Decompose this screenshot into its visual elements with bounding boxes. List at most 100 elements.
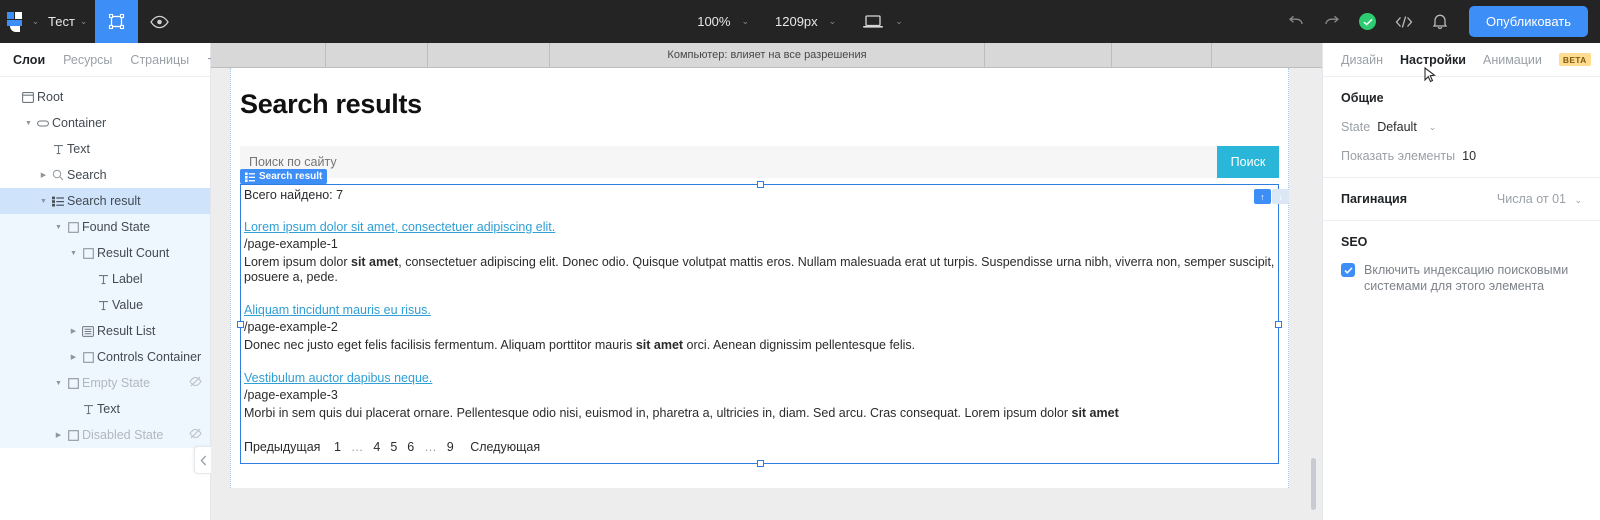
- pagination-chevron-down-icon: ⌄: [1574, 195, 1582, 205]
- breakpoint-segment[interactable]: [1212, 43, 1322, 68]
- move-up-button[interactable]: ↑: [1254, 189, 1271, 204]
- layer-node-search[interactable]: Search: [0, 162, 210, 188]
- pagination-page-5[interactable]: 5: [390, 440, 397, 454]
- hidden-eye-icon[interactable]: [189, 376, 202, 390]
- canvas-area: Компьютер: влияет на все разрешения Sear…: [211, 43, 1322, 520]
- layer-node-disabled-state[interactable]: Disabled State: [0, 422, 210, 448]
- layer-node-text[interactable]: Text: [0, 136, 210, 162]
- breakpoint-segment[interactable]: [1112, 43, 1213, 68]
- resize-handle-bottom[interactable]: [756, 460, 764, 467]
- breakpoint-segment[interactable]: [211, 43, 326, 68]
- undo-button[interactable]: [1279, 5, 1313, 39]
- hidden-eye-icon[interactable]: [189, 428, 202, 442]
- resize-handle-right[interactable]: [1275, 321, 1282, 328]
- expand-toggle-icon[interactable]: [23, 120, 34, 127]
- layer-tree: Root Container Text Search Search result Foun…: [0, 77, 210, 520]
- tab-settings[interactable]: Настройки: [1400, 53, 1466, 67]
- expand-toggle-icon[interactable]: [38, 198, 49, 205]
- seo-indexing-label: Включить индексацию поисковыми системами…: [1364, 263, 1569, 293]
- code-view-button[interactable]: [1387, 5, 1421, 39]
- layer-node-search-result[interactable]: Search result: [0, 188, 210, 214]
- select-tool-button[interactable]: [95, 0, 139, 43]
- layer-node-root[interactable]: Root: [0, 84, 210, 110]
- move-down-button[interactable]: ↓: [1272, 189, 1289, 204]
- pagination-page-9[interactable]: 9: [447, 440, 454, 454]
- tab-animations[interactable]: Анимации: [1483, 53, 1542, 67]
- device-type-dropdown[interactable]: ⌄: [862, 14, 903, 30]
- pagination-mode-dropdown[interactable]: Числа от 01 ⌄: [1497, 192, 1582, 206]
- pagination-page-6[interactable]: 6: [407, 440, 414, 454]
- breakpoint-segment-active[interactable]: Компьютер: влияет на все разрешения: [550, 43, 985, 68]
- brand-logo-button[interactable]: ⌄: [0, 0, 44, 43]
- frame-select-icon: [109, 13, 125, 30]
- state-value: Default: [1377, 120, 1417, 134]
- tab-design[interactable]: Дизайн: [1341, 53, 1383, 67]
- layer-node-result-list[interactable]: Result List: [0, 318, 210, 344]
- page-viewport: Search results Поиск ↑ ↓: [211, 68, 1322, 520]
- expand-toggle-icon[interactable]: [53, 380, 64, 387]
- preview-button[interactable]: [138, 0, 181, 43]
- collapse-left-panel-button[interactable]: [194, 446, 211, 474]
- expand-toggle-icon[interactable]: [53, 224, 64, 231]
- breakpoint-segment[interactable]: [326, 43, 428, 68]
- tab-layers[interactable]: Слои: [13, 53, 45, 67]
- layer-node-controls-container[interactable]: Controls Container: [0, 344, 210, 370]
- canvas-scrollbar[interactable]: [1311, 458, 1316, 510]
- expand-toggle-icon[interactable]: [53, 431, 64, 439]
- block-icon: [79, 351, 97, 363]
- pagination-next[interactable]: Следующая: [470, 440, 540, 454]
- saved-status-button[interactable]: [1351, 5, 1385, 39]
- pagination-prev[interactable]: Предыдущая: [244, 440, 320, 454]
- settings-panel-tabs: Дизайн Настройки Анимации BETA: [1323, 43, 1600, 83]
- expand-toggle-icon[interactable]: [38, 171, 49, 179]
- state-row[interactable]: State Default ⌄: [1341, 120, 1582, 134]
- breakpoint-segment[interactable]: [985, 43, 1113, 68]
- logo-chevron-down-icon[interactable]: ⌄: [32, 16, 40, 27]
- resize-handle-top[interactable]: [756, 181, 764, 188]
- general-section: Общие State Default ⌄ Показать элементы …: [1323, 77, 1600, 178]
- seo-indexing-checkbox[interactable]: [1341, 263, 1355, 277]
- layer-node-label[interactable]: Label: [0, 266, 210, 292]
- layer-node-value[interactable]: Value: [0, 292, 210, 318]
- publish-button[interactable]: Опубликовать: [1468, 6, 1588, 37]
- layer-node-label: Result Count: [97, 246, 170, 260]
- pagination-row[interactable]: Пагинация Числа от 01 ⌄: [1341, 192, 1582, 206]
- resize-handle-left[interactable]: [237, 321, 244, 328]
- result-title-link[interactable]: Aliquam tincidunt mauris eu risus.: [244, 303, 431, 317]
- search-submit-button[interactable]: Поиск: [1217, 146, 1279, 178]
- toolbar-right-group: Опубликовать: [1279, 0, 1600, 43]
- notifications-button[interactable]: [1423, 5, 1457, 39]
- pagination-page-4[interactable]: 4: [373, 440, 380, 454]
- tab-pages[interactable]: Страницы: [130, 53, 189, 67]
- result-title-link[interactable]: Lorem ipsum dolor sit amet, consectetuer…: [244, 220, 555, 234]
- layer-node-empty-state[interactable]: Empty State: [0, 370, 210, 396]
- text-icon: [94, 274, 112, 285]
- snippet-highlight: sit amet: [351, 255, 399, 269]
- block-icon: [64, 221, 82, 233]
- search-input[interactable]: [240, 146, 1217, 178]
- result-title-link[interactable]: Vestibulum auctor dapibus neque.: [244, 371, 432, 385]
- canvas-width-dropdown[interactable]: 1209px ⌄: [775, 14, 836, 29]
- pagination-page-1[interactable]: 1: [334, 440, 341, 454]
- device-chevron-down-icon: ⌄: [895, 16, 903, 26]
- expand-toggle-icon[interactable]: [68, 327, 79, 335]
- layer-node-container[interactable]: Container: [0, 110, 210, 136]
- eye-preview-icon: [150, 15, 170, 28]
- expand-toggle-icon[interactable]: [68, 250, 79, 257]
- layer-node-result-count[interactable]: Result Count: [0, 240, 210, 266]
- zoom-level-dropdown[interactable]: 100% ⌄: [697, 14, 749, 29]
- seo-indexing-row[interactable]: Включить индексацию поисковыми системами…: [1341, 262, 1582, 294]
- breakpoint-segment[interactable]: [428, 43, 551, 68]
- laptop-icon: [863, 14, 884, 28]
- selected-element-box[interactable]: Search result Всего найдено: 7 Lorem ips…: [237, 169, 1282, 467]
- expand-toggle-icon[interactable]: [68, 353, 79, 361]
- layer-node-found-state[interactable]: Found State: [0, 214, 210, 240]
- layer-node-label: Disabled State: [82, 428, 164, 442]
- layer-node-label: Search result: [67, 194, 141, 208]
- tab-resources[interactable]: Ресурсы: [63, 53, 112, 67]
- layer-node-label: Search: [67, 168, 107, 182]
- layer-node-text[interactable]: Text: [0, 396, 210, 422]
- show-items-row[interactable]: Показать элементы 10: [1341, 149, 1582, 163]
- project-name-dropdown[interactable]: Тест ⌄: [44, 0, 95, 43]
- redo-button[interactable]: [1315, 5, 1349, 39]
